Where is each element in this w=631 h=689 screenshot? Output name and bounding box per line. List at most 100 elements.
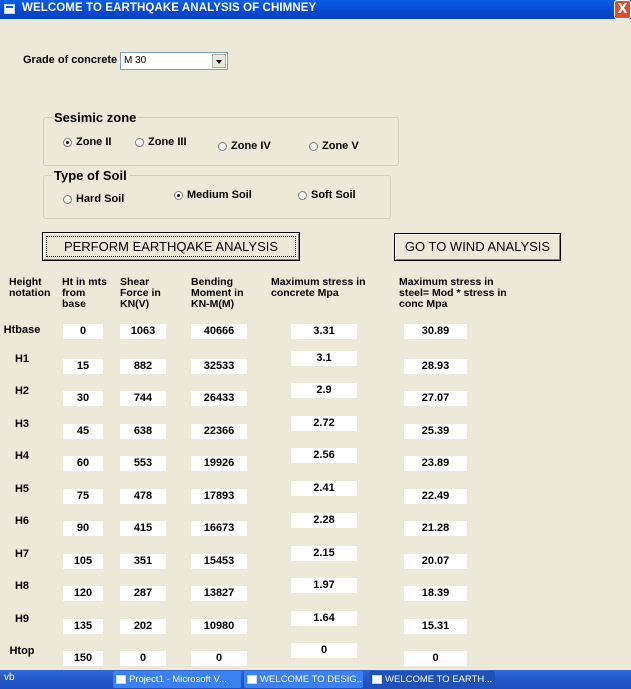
header-steel: Maximum stress in steel= Mod * stress in… <box>399 276 507 310</box>
window-title: WELCOME TO EARTHQAKE ANALYSIS OF CHIMNEY <box>22 2 317 14</box>
moment-field[interactable]: 15453 <box>191 554 247 569</box>
moment-field[interactable]: 10980 <box>191 619 247 634</box>
ht-field[interactable]: 90 <box>63 521 103 536</box>
seismic-zone-title: Sesimic zone <box>54 110 137 125</box>
shear-field[interactable]: 202 <box>120 619 166 634</box>
ht-field[interactable]: 120 <box>63 586 103 601</box>
concrete-field[interactable]: 2.9 <box>291 383 357 398</box>
moment-field[interactable]: 13827 <box>191 586 247 601</box>
radio-label: Zone II <box>76 136 112 148</box>
task-label: Project1 - Microsoft V... <box>129 674 227 685</box>
start-label[interactable]: vb <box>4 672 15 683</box>
ht-field[interactable]: 105 <box>63 554 103 569</box>
concrete-field[interactable]: 2.41 <box>291 481 357 496</box>
radio-hard-soil[interactable]: Hard Soil <box>63 193 124 205</box>
radio-zone-ii[interactable]: Zone II <box>63 136 111 148</box>
concrete-field[interactable]: 2.15 <box>291 546 357 561</box>
concrete-field[interactable]: 3.31 <box>291 324 357 339</box>
row-label: H6 <box>14 515 30 527</box>
moment-field[interactable]: 16673 <box>191 521 247 536</box>
steel-field[interactable]: 21.28 <box>404 521 467 536</box>
shear-field[interactable]: 0 <box>120 651 166 666</box>
shear-field[interactable]: 1063 <box>120 324 166 339</box>
moment-field[interactable]: 40666 <box>191 324 247 339</box>
taskbar-item-project1[interactable]: Project1 - Microsoft V... <box>113 671 241 688</box>
shear-field[interactable]: 744 <box>120 391 166 406</box>
steel-field[interactable]: 30.89 <box>404 324 467 339</box>
ht-field[interactable]: 135 <box>63 619 103 634</box>
concrete-field[interactable]: 2.28 <box>291 513 357 528</box>
radio-zone-iii[interactable]: Zone III <box>135 136 187 148</box>
radio-zone-iv[interactable]: Zone IV <box>218 140 271 152</box>
concrete-field[interactable]: 3.1 <box>291 351 357 366</box>
taskbar-item-design[interactable]: WELCOME TO DESIG... <box>244 671 363 688</box>
task-label: WELCOME TO DESIG... <box>260 674 363 685</box>
row-label: H1 <box>14 353 30 365</box>
steel-field[interactable]: 0 <box>404 651 467 666</box>
taskbar-item-earthquake[interactable]: WELCOME TO EARTH... <box>369 671 495 688</box>
concrete-field[interactable]: 0 <box>291 643 357 658</box>
radio-zone-v[interactable]: Zone V <box>309 140 359 152</box>
header-shear: Shear Force in KN(V) <box>120 276 161 310</box>
ht-field[interactable]: 30 <box>63 391 103 406</box>
steel-field[interactable]: 20.07 <box>404 554 467 569</box>
steel-field[interactable]: 22.49 <box>404 489 467 504</box>
shear-field[interactable]: 351 <box>120 554 166 569</box>
wind-analysis-button[interactable]: GO TO WIND ANALYSIS <box>394 233 561 261</box>
soil-type-title: Type of Soil <box>54 168 127 183</box>
radio-soft-soil[interactable]: Soft Soil <box>298 189 356 201</box>
radio-icon <box>309 141 318 151</box>
chevron-down-icon[interactable] <box>212 54 226 68</box>
row-label: H4 <box>14 450 30 462</box>
moment-field[interactable]: 32533 <box>191 359 247 374</box>
concrete-field[interactable]: 1.64 <box>291 611 357 626</box>
steel-field[interactable]: 28.93 <box>404 359 467 374</box>
radio-label: Zone III <box>148 136 187 148</box>
moment-field[interactable]: 17893 <box>191 489 247 504</box>
steel-field[interactable]: 25.39 <box>404 424 467 439</box>
steel-field[interactable]: 18.39 <box>404 586 467 601</box>
shear-field[interactable]: 638 <box>120 424 166 439</box>
row-label: H8 <box>14 580 30 592</box>
shear-field[interactable]: 478 <box>120 489 166 504</box>
radio-label: Medium Soil <box>187 189 252 201</box>
ht-field[interactable]: 60 <box>63 456 103 471</box>
app-icon <box>116 675 126 684</box>
radio-medium-soil[interactable]: Medium Soil <box>174 189 252 201</box>
steel-field[interactable]: 15.31 <box>404 619 467 634</box>
row-label: H3 <box>14 418 30 430</box>
moment-field[interactable]: 22366 <box>191 424 247 439</box>
header-ht: Ht in mts from base <box>62 276 107 310</box>
steel-field[interactable]: 23.89 <box>404 456 467 471</box>
close-button[interactable]: X <box>614 0 631 19</box>
grade-select[interactable]: M 30 <box>120 52 228 70</box>
ht-field[interactable]: 75 <box>63 489 103 504</box>
concrete-field[interactable]: 2.72 <box>291 416 357 431</box>
perform-analysis-button[interactable]: PERFORM EARTHQAKE ANALYSIS <box>42 232 300 261</box>
radio-icon <box>135 137 144 147</box>
grade-label: Grade of concrete <box>23 54 118 66</box>
radio-label: Hard Soil <box>76 193 125 205</box>
row-label: H5 <box>14 483 30 495</box>
concrete-field[interactable]: 1.97 <box>291 578 357 593</box>
concrete-field[interactable]: 2.56 <box>291 448 357 463</box>
moment-field[interactable]: 26433 <box>191 391 247 406</box>
ht-field[interactable]: 15 <box>63 359 103 374</box>
moment-field[interactable]: 0 <box>191 651 247 666</box>
shear-field[interactable]: 415 <box>120 521 166 536</box>
row-label: H9 <box>14 613 30 625</box>
radio-label: Zone IV <box>231 140 271 152</box>
ht-field[interactable]: 150 <box>63 651 103 666</box>
ht-field[interactable]: 45 <box>63 424 103 439</box>
shear-field[interactable]: 553 <box>120 456 166 471</box>
steel-field[interactable]: 27.07 <box>404 391 467 406</box>
moment-field[interactable]: 19926 <box>191 456 247 471</box>
shear-field[interactable]: 882 <box>120 359 166 374</box>
shear-field[interactable]: 287 <box>120 586 166 601</box>
ht-field[interactable]: 0 <box>63 324 103 339</box>
row-label: H7 <box>14 548 30 560</box>
task-label: WELCOME TO EARTH... <box>385 674 493 685</box>
radio-label: Zone V <box>322 140 359 152</box>
grade-value: M 30 <box>124 55 147 66</box>
radio-icon <box>218 141 227 151</box>
